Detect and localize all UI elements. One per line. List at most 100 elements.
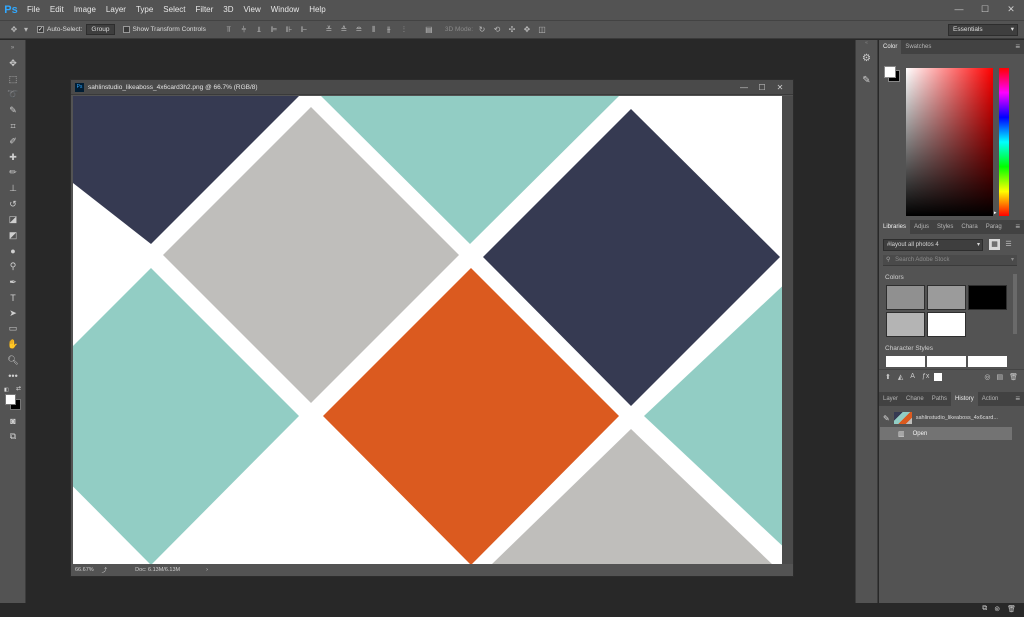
library-scrollbar[interactable] [1013, 274, 1017, 334]
new-document-from-state-icon[interactable]: ⧉ [982, 605, 987, 613]
history-brush-source-icon[interactable]: ✎ [883, 414, 890, 423]
hue-slider[interactable] [999, 68, 1009, 216]
lasso-tool-icon[interactable]: ➰ [0, 87, 26, 103]
status-menu-arrow-icon[interactable]: › [206, 567, 208, 573]
3d-rotate-icon[interactable]: ↻ [476, 24, 488, 36]
group-select[interactable]: Group [86, 24, 115, 35]
add-character-style-icon[interactable]: A [910, 373, 915, 380]
align-top-icon[interactable]: ⫪ [223, 24, 235, 36]
blur-tool-icon[interactable]: ● [0, 243, 26, 259]
tab-libraries[interactable]: Libraries [879, 220, 911, 234]
tab-color[interactable]: Color [879, 40, 902, 54]
distribute-right-icon[interactable]: ⫶ [398, 24, 410, 36]
align-hcenter-icon[interactable]: ⊪ [283, 24, 295, 36]
foreground-color-swatch[interactable] [5, 394, 16, 406]
menu-window[interactable]: Window [266, 0, 304, 20]
library-color-swatch[interactable] [968, 285, 1007, 310]
character-style-thumb[interactable] [927, 356, 966, 367]
type-tool-icon[interactable]: T [0, 290, 26, 306]
fg-color-chip[interactable] [884, 66, 896, 78]
swap-colors-icon[interactable]: ⇄ [16, 385, 21, 392]
screen-mode-icon[interactable]: ⧉ [0, 429, 26, 445]
quick-select-tool-icon[interactable]: ✎ [0, 103, 26, 119]
workspace-switcher[interactable]: Essentials ▾ [948, 24, 1018, 36]
history-brush-tool-icon[interactable]: ↺ [0, 196, 26, 212]
move-tool-icon[interactable]: ✥ [0, 56, 26, 72]
align-vcenter-icon[interactable]: ⫩ [238, 24, 250, 36]
panel-menu-icon[interactable]: ≡ [1015, 392, 1020, 406]
canvas[interactable] [73, 96, 782, 565]
align-left-icon[interactable]: ⊫ [268, 24, 280, 36]
character-style-thumb[interactable] [968, 356, 1007, 367]
hand-tool-icon[interactable]: ✋ [0, 337, 26, 353]
hue-slider-thumb-icon[interactable]: ▸ [994, 210, 997, 216]
trash-icon[interactable]: 🗑︎ [1007, 605, 1016, 613]
sync-icon[interactable]: ◎ [984, 373, 990, 381]
menu-3d[interactable]: 3D [218, 0, 238, 20]
list-view-icon[interactable]: ☰ [1003, 239, 1014, 250]
path-select-tool-icon[interactable]: ➤ [0, 306, 26, 322]
menu-type[interactable]: Type [131, 0, 158, 20]
grid-view-icon[interactable]: ▦ [989, 239, 1000, 250]
properties-panel-icon[interactable]: ⚙ [856, 48, 877, 70]
tab-swatches[interactable]: Swatches [901, 40, 935, 54]
upload-icon[interactable]: ⬆ [885, 373, 891, 381]
rectangle-tool-icon[interactable]: ▭ [0, 321, 26, 337]
library-color-swatch[interactable] [927, 285, 966, 310]
library-select[interactable]: #layout all photos 4 ▾ [883, 239, 983, 251]
tab-character[interactable]: Chara [957, 220, 981, 234]
default-colors-icon[interactable]: ◧ [4, 387, 10, 393]
menu-help[interactable]: Help [304, 0, 330, 20]
eyedropper-tool-icon[interactable]: ✐ [0, 134, 26, 150]
panel-menu-icon[interactable]: ≡ [1015, 40, 1020, 54]
auto-align-icon[interactable]: ▤ [423, 24, 435, 36]
brush-tool-icon[interactable]: ✏ [0, 165, 26, 181]
marquee-tool-icon[interactable]: ⬚ [0, 72, 26, 88]
brush-presets-panel-icon[interactable]: ✎ [856, 70, 877, 92]
tab-actions[interactable]: Action [978, 392, 1003, 406]
character-style-thumb[interactable] [886, 356, 925, 367]
distribute-hcenter-icon[interactable]: ⫵ [383, 24, 395, 36]
move-tool-preset-icon[interactable]: ✥ [8, 24, 20, 36]
more-tools-icon[interactable]: ••• [0, 368, 26, 384]
tab-layers[interactable]: Layer [879, 392, 902, 406]
tab-styles[interactable]: Styles [933, 220, 957, 234]
align-right-icon[interactable]: ⊩ [298, 24, 310, 36]
pen-tool-icon[interactable]: ✒ [0, 274, 26, 290]
document-tab[interactable]: Ps sahlinstudio_likeaboss_4x6card3h2.png… [71, 80, 793, 95]
history-step-row[interactable]: ▥ Open [880, 427, 1012, 440]
library-color-swatch[interactable] [927, 312, 966, 337]
3d-scale-icon[interactable]: ◫ [536, 24, 548, 36]
tab-adjustments[interactable]: Adjus [910, 220, 933, 234]
eraser-tool-icon[interactable]: ◪ [0, 212, 26, 228]
add-color-icon[interactable] [934, 372, 943, 381]
zoom-tool-icon[interactable]: 🔍︎ [0, 352, 26, 368]
healing-brush-tool-icon[interactable]: ✚ [0, 150, 26, 166]
align-bottom-icon[interactable]: ⫫ [253, 24, 265, 36]
panel-menu-icon[interactable]: ≡ [1015, 220, 1020, 234]
clone-stamp-tool-icon[interactable]: ⊥ [0, 181, 26, 197]
auto-select-target-dropdown[interactable]: Group [86, 24, 115, 35]
menu-edit[interactable]: Edit [45, 0, 69, 20]
add-graphic-icon[interactable]: ◭ [898, 373, 903, 381]
close-button[interactable]: ✕ [998, 0, 1024, 18]
add-layer-style-icon[interactable]: ƒx [922, 373, 929, 380]
toolbar-collapse-icon[interactable]: » [0, 40, 25, 56]
auto-select-checkbox[interactable]: ✓ Auto-Select: [37, 26, 82, 33]
distribute-bottom-icon[interactable]: ≘ [353, 24, 365, 36]
library-color-swatch[interactable] [886, 312, 925, 337]
show-transform-controls-checkbox[interactable]: Show Transform Controls [122, 26, 206, 33]
tab-paragraph[interactable]: Parag [982, 220, 1006, 234]
menu-select[interactable]: Select [158, 0, 190, 20]
export-icon[interactable]: ⤴ [102, 566, 108, 574]
menu-view[interactable]: View [239, 0, 266, 20]
zoom-level[interactable]: 66.67% [75, 567, 94, 573]
menu-image[interactable]: Image [69, 0, 101, 20]
distribute-vcenter-icon[interactable]: ≙ [338, 24, 350, 36]
paint-bucket-tool-icon[interactable]: ◩ [0, 228, 26, 244]
maximize-button[interactable]: ☐ [972, 0, 998, 18]
color-field[interactable] [906, 68, 993, 216]
dodge-tool-icon[interactable]: ⚲ [0, 259, 26, 275]
vertical-scrollbar[interactable] [782, 96, 793, 565]
menu-filter[interactable]: Filter [191, 0, 219, 20]
